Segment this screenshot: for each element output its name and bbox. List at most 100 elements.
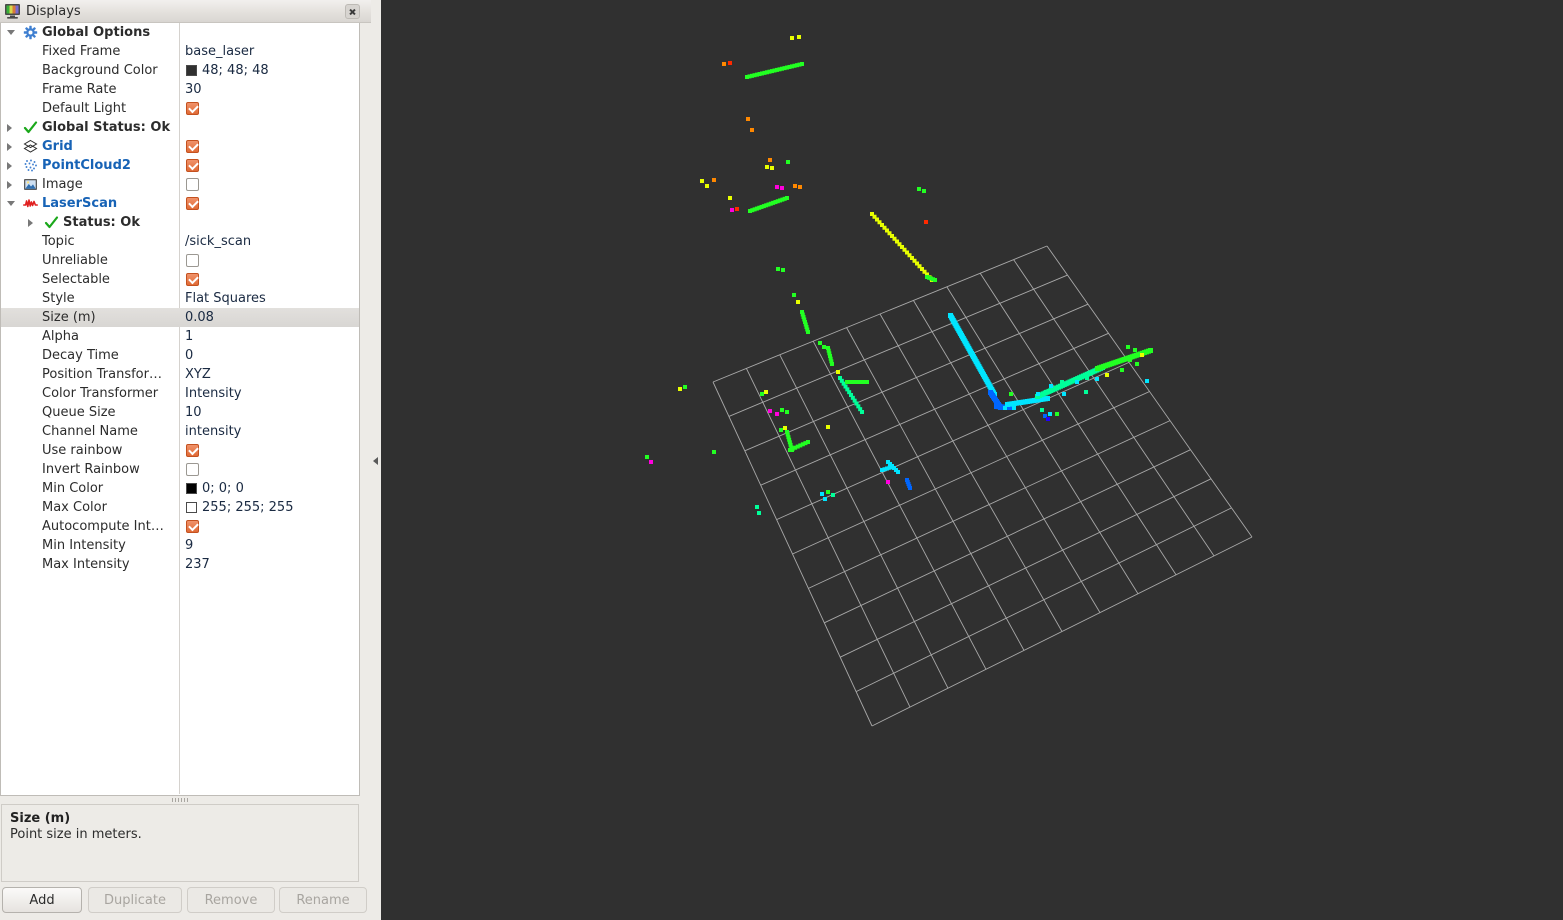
add-button[interactable]: Add — [2, 887, 82, 913]
tree-row-display-pointcloud2[interactable]: PointCloud2 — [1, 156, 359, 175]
checkbox-display-pointcloud2[interactable] — [186, 159, 199, 172]
color-swatch-prop-max-color[interactable] — [186, 502, 197, 513]
duplicate-button: Duplicate — [88, 887, 182, 913]
tree-row-value[interactable]: intensity — [185, 424, 241, 439]
tree-row-value[interactable]: 0 — [185, 348, 193, 363]
tree-row-value[interactable]: 48; 48; 48 — [202, 63, 269, 78]
checkbox-display-laserscan[interactable] — [186, 197, 199, 210]
tree-row-prop-max-color[interactable]: Max Color 255; 255; 255 — [1, 498, 359, 517]
close-icon[interactable] — [345, 4, 360, 19]
panel-splitter[interactable] — [0, 796, 360, 804]
tree-row-value[interactable]: 30 — [185, 82, 202, 97]
tree-row-label: Topic — [42, 234, 75, 249]
chevron-right-icon[interactable] — [7, 124, 12, 132]
tree-row-label: Default Light — [42, 101, 127, 116]
checkbox-display-image[interactable] — [186, 178, 199, 191]
tree-row-fixed-frame[interactable]: Fixed Frame base_laser — [1, 42, 359, 61]
tree-row-prop-min-color[interactable]: Min Color 0; 0; 0 — [1, 479, 359, 498]
color-swatch-prop-min-color[interactable] — [186, 483, 197, 494]
tree-row-prop-invert-rainbow[interactable]: Invert Rainbow — [1, 460, 359, 479]
tree-row-label: LaserScan — [42, 196, 118, 211]
checkbox-prop-unreliable[interactable] — [186, 254, 199, 267]
tree-row-global-options[interactable]: Global Options — [1, 23, 359, 42]
chevron-down-icon[interactable] — [7, 201, 15, 206]
tree-row-label: Use rainbow — [42, 443, 123, 458]
tree-row-value[interactable]: 0.08 — [185, 310, 214, 325]
tree-row-prop-position-transformer[interactable]: Position Transfor… XYZ — [1, 365, 359, 384]
panel-title: Displays — [26, 4, 81, 19]
tree-row-global-status[interactable]: Global Status: Ok — [1, 118, 359, 137]
tree-row-frame-rate[interactable]: Frame Rate 30 — [1, 80, 359, 99]
tree-row-value[interactable]: Intensity — [185, 386, 242, 401]
button-bar: Add Duplicate Remove Rename — [2, 887, 370, 915]
tree-row-display-image[interactable]: Image — [1, 175, 359, 194]
tree-row-prop-unreliable[interactable]: Unreliable — [1, 251, 359, 270]
tree-row-prop-min-intensity[interactable]: Min Intensity 9 — [1, 536, 359, 555]
grid-icon — [23, 139, 38, 153]
tree-row-value[interactable]: 255; 255; 255 — [202, 500, 293, 515]
tree-row-prop-channel-name[interactable]: Channel Name intensity — [1, 422, 359, 441]
tree-row-prop-decay-time[interactable]: Decay Time 0 — [1, 346, 359, 365]
tree-row-prop-topic[interactable]: Topic/sick_scan — [1, 232, 359, 251]
tree-row-label: Decay Time — [42, 348, 119, 363]
chevron-right-icon[interactable] — [7, 143, 12, 151]
chevron-right-icon[interactable] — [28, 219, 33, 227]
tree-row-value[interactable]: 1 — [185, 329, 193, 344]
tree-row-prop-selectable[interactable]: Selectable — [1, 270, 359, 289]
tree-row-label: Min Color — [42, 481, 104, 496]
displays-dock-panel: Displays Global Options Fixed Frame base_l… — [0, 0, 371, 920]
tree-row-label: Selectable — [42, 272, 110, 287]
checkbox-prop-autocompute-intensity[interactable] — [186, 520, 199, 533]
tree-row-label: Color Transformer — [42, 386, 159, 401]
tree-row-label: Invert Rainbow — [42, 462, 140, 477]
tree-row-prop-color-transformer[interactable]: Color Transformer Intensity — [1, 384, 359, 403]
tree-row-default-light[interactable]: Default Light — [1, 99, 359, 118]
tree-row-value[interactable]: 237 — [185, 557, 210, 572]
chevron-right-icon[interactable] — [7, 162, 12, 170]
tree-row-value[interactable]: /sick_scan — [185, 234, 251, 249]
pointcloud-icon — [24, 159, 37, 172]
3d-viewport[interactable] — [381, 0, 1563, 920]
tree-row-value[interactable]: base_laser — [185, 44, 254, 59]
tree-row-value[interactable]: XYZ — [185, 367, 211, 382]
tree-row-display-grid[interactable]: Grid — [1, 137, 359, 156]
tree-row-prop-alpha[interactable]: Alpha 1 — [1, 327, 359, 346]
tree-row-background-color[interactable]: Background Color 48; 48; 48 — [1, 61, 359, 80]
tree-row-value[interactable]: 10 — [185, 405, 202, 420]
ground-grid — [712, 245, 1253, 727]
tree-row-value[interactable]: Flat Squares — [185, 291, 266, 306]
checkbox-prop-selectable[interactable] — [186, 273, 199, 286]
tree-row-value[interactable]: 0; 0; 0 — [202, 481, 244, 496]
tree-row-prop-use-rainbow[interactable]: Use rainbow — [1, 441, 359, 460]
collapse-left-icon[interactable] — [369, 450, 381, 472]
tree-row-label: Min Intensity — [42, 538, 126, 553]
tree-row-prop-autocompute-intensity[interactable]: Autocompute Int… — [1, 517, 359, 536]
tree-row-label: Size (m) — [42, 310, 96, 325]
checkbox-display-grid[interactable] — [186, 140, 199, 153]
tree-row-value[interactable]: 9 — [185, 538, 193, 553]
help-title: Size (m) — [10, 811, 71, 826]
tree-row-label: Position Transfor… — [42, 367, 162, 382]
tree-row-display-laserscan[interactable]: LaserScan — [1, 194, 359, 213]
tree-row-prop-size[interactable]: Size (m) 0.08 — [1, 308, 359, 327]
check-ok-icon — [23, 121, 38, 134]
chevron-right-icon[interactable] — [7, 181, 12, 189]
tree-row-label: PointCloud2 — [42, 158, 131, 173]
tree-row-prop-max-intensity[interactable]: Max Intensity 237 — [1, 555, 359, 574]
checkbox-prop-invert-rainbow[interactable] — [186, 463, 199, 476]
checkbox-default-light[interactable] — [186, 102, 199, 115]
tree-row-laserscan-status[interactable]: Status: Ok — [1, 213, 359, 232]
tree-row-prop-queue-size[interactable]: Queue Size 10 — [1, 403, 359, 422]
tree-row-prop-style[interactable]: Style Flat Squares — [1, 289, 359, 308]
tree-row-label: Frame Rate — [42, 82, 117, 97]
checkbox-prop-use-rainbow[interactable] — [186, 444, 199, 457]
tree-row-label: Alpha — [42, 329, 79, 344]
splitter-grip-icon — [172, 798, 188, 802]
displays-tree[interactable]: Global Options Fixed Frame base_laser Backg… — [0, 23, 360, 796]
image-icon — [24, 179, 37, 190]
tree-row-label: Queue Size — [42, 405, 116, 420]
tree-row-label: Channel Name — [42, 424, 138, 439]
tree-row-label: Style — [42, 291, 75, 306]
color-swatch-background-color[interactable] — [186, 65, 197, 76]
chevron-down-icon[interactable] — [7, 30, 15, 35]
